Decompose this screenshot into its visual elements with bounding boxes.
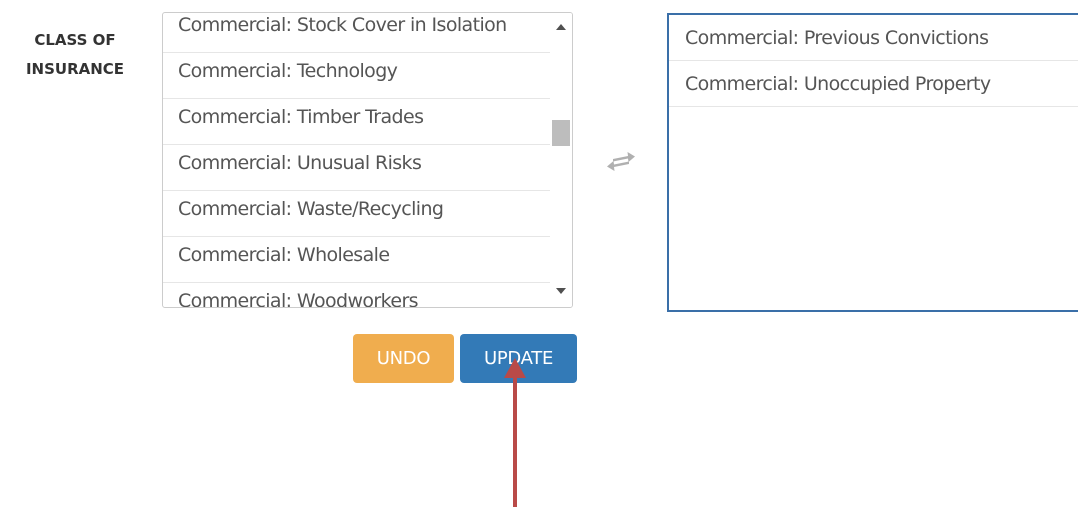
- list-item[interactable]: Commercial: Unusual Risks: [163, 145, 550, 191]
- list-item[interactable]: Commercial: Unoccupied Property: [669, 61, 1078, 107]
- list-item[interactable]: Commercial: Woodworkers: [163, 283, 550, 307]
- undo-button[interactable]: UNDO: [353, 334, 454, 383]
- list-item[interactable]: Commercial: Stock Cover in Isolation: [163, 13, 550, 53]
- label-line-2: INSURANCE: [25, 60, 125, 78]
- transfer-arrows-icon[interactable]: [604, 150, 638, 176]
- list-scrollbar[interactable]: [550, 13, 572, 307]
- scroll-thumb[interactable]: [552, 120, 570, 146]
- class-of-insurance-label: CLASS OF INSURANCE: [20, 26, 130, 84]
- list-item[interactable]: Commercial: Wholesale: [163, 237, 550, 283]
- list-item[interactable]: Commercial: Timber Trades: [163, 99, 550, 145]
- update-button[interactable]: UPDATE: [460, 334, 577, 383]
- list-item[interactable]: Commercial: Previous Convictions: [669, 15, 1078, 61]
- list-item[interactable]: Commercial: Waste/Recycling: [163, 191, 550, 237]
- available-classes-list[interactable]: Commercial: Stock Cover in Isolation Com…: [162, 12, 573, 308]
- scroll-down-arrow-icon[interactable]: [556, 288, 566, 294]
- scroll-up-arrow-icon[interactable]: [556, 24, 566, 30]
- label-line-1: CLASS OF: [34, 31, 116, 49]
- selected-classes-list[interactable]: Commercial: Previous Convictions Commerc…: [667, 13, 1078, 312]
- list-item[interactable]: Commercial: Technology: [163, 53, 550, 99]
